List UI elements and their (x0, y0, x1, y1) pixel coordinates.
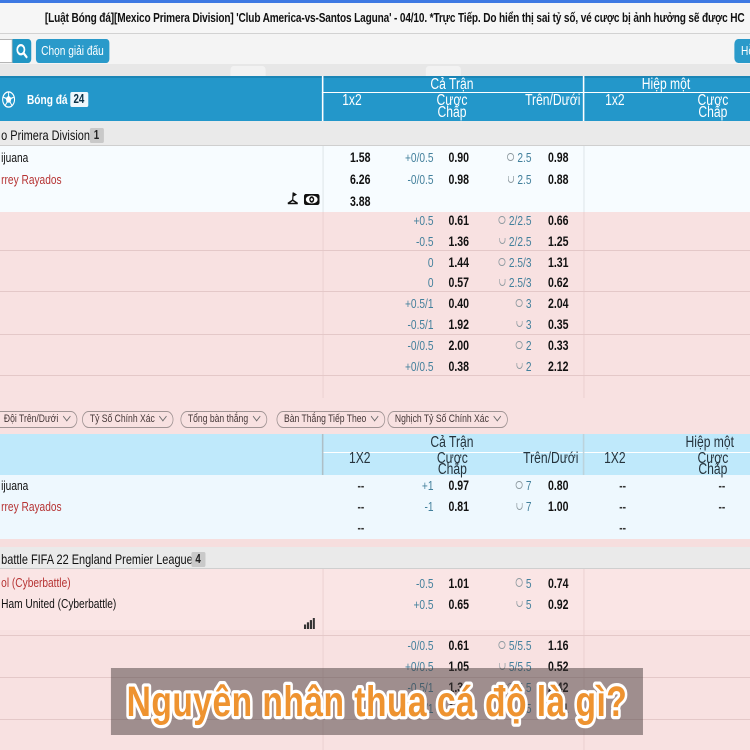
svg-text:Nguyên nhân thua cá độ là gì?: Nguyên nhân thua cá độ là gì? (127, 678, 628, 726)
